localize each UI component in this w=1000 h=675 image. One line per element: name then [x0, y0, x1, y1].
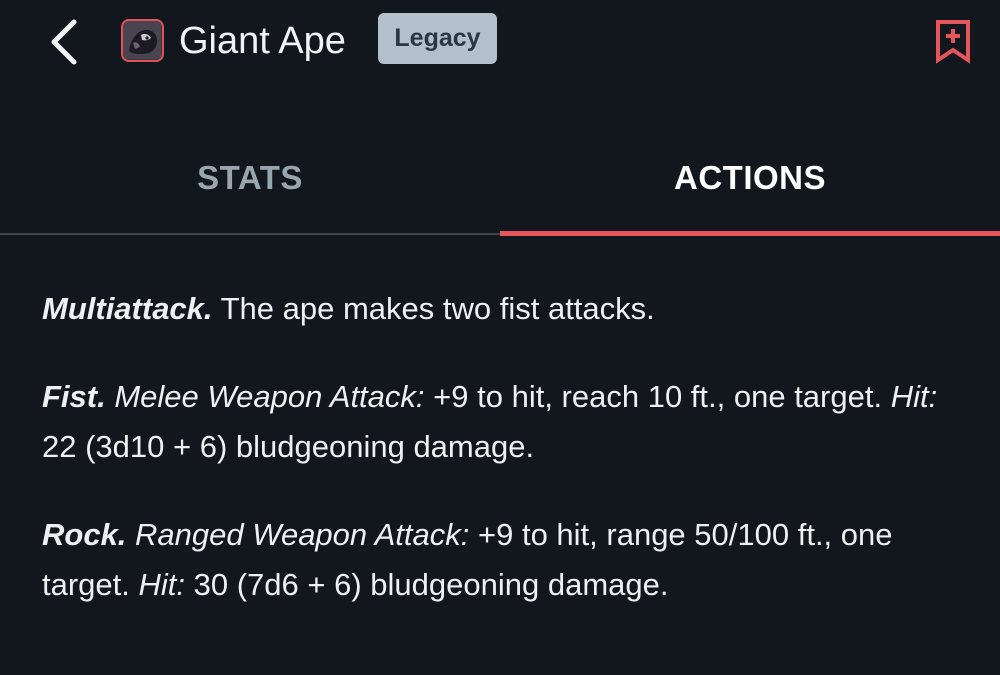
tab-bar: STATS ACTIONS	[0, 136, 1000, 236]
attack-type: Ranged Weapon Attack:	[135, 517, 470, 552]
chevron-left-icon	[51, 19, 77, 65]
attack-type: Melee Weapon Attack:	[114, 379, 425, 414]
monster-detail-screen: Giant Ape Legacy STATS ACTIONS Multiatta…	[0, 0, 1000, 675]
tab-divider	[0, 233, 500, 235]
action-entry-rock: Rock. Ranged Weapon Attack: +9 to hit, r…	[42, 510, 972, 610]
action-name: Rock.	[42, 517, 127, 552]
action-description: The ape makes two fist attacks.	[220, 291, 655, 326]
action-name: Multiattack.	[42, 291, 213, 326]
ape-portrait-icon	[123, 21, 161, 59]
action-entry-multiattack: Multiattack. The ape makes two fist atta…	[42, 284, 972, 334]
attack-details: +9 to hit, reach 10 ft., one target.	[433, 379, 883, 414]
back-button[interactable]	[40, 14, 88, 70]
hit-details: 22 (3d10 + 6) bludgeoning damage.	[42, 429, 535, 464]
action-name: Fist.	[42, 379, 106, 414]
top-bar: Giant Ape Legacy	[0, 0, 1000, 86]
creature-avatar	[121, 19, 164, 62]
actions-list: Multiattack. The ape makes two fist atta…	[42, 284, 972, 648]
hit-label: Hit:	[138, 567, 186, 602]
bookmark-add-icon	[936, 20, 970, 64]
creature-name: Giant Ape	[179, 20, 346, 62]
action-entry-fist: Fist. Melee Weapon Attack: +9 to hit, re…	[42, 372, 972, 472]
tab-actions[interactable]: ACTIONS	[500, 136, 1000, 236]
active-tab-indicator	[500, 231, 1000, 236]
hit-label: Hit:	[890, 379, 938, 414]
tab-stats[interactable]: STATS	[0, 136, 500, 236]
bookmark-button[interactable]	[930, 18, 976, 64]
hit-details: 30 (7d6 + 6) bludgeoning damage.	[193, 567, 669, 602]
legacy-badge: Legacy	[378, 13, 497, 64]
